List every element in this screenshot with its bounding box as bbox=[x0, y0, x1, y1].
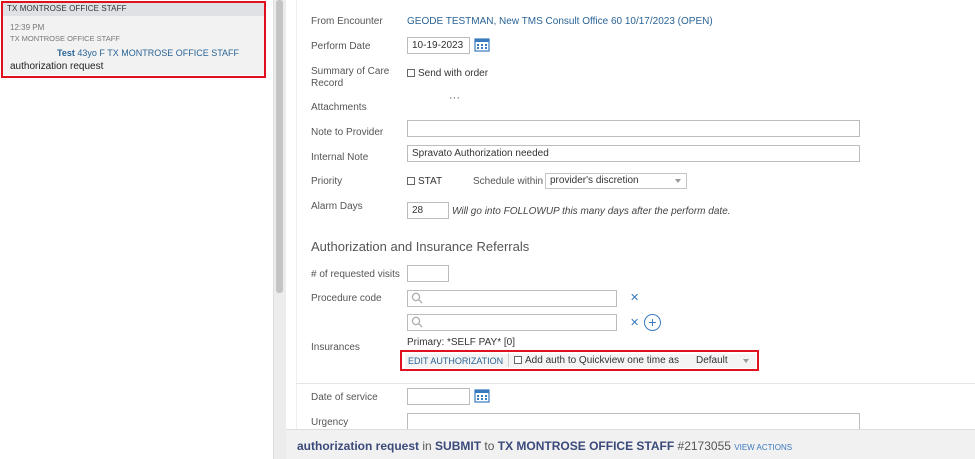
view-actions-link[interactable]: VIEW ACTIONS bbox=[734, 443, 792, 452]
clear-procedure-icon[interactable]: ✕ bbox=[630, 291, 639, 304]
requested-visits-label: # of requested visits bbox=[311, 269, 400, 280]
edit-authorization-link[interactable]: EDIT AUTHORIZATION bbox=[408, 355, 503, 367]
section-divider bbox=[296, 383, 975, 384]
from-encounter-link[interactable]: GEODE TESTMAN, New TMS Consult Office 60… bbox=[407, 16, 713, 28]
checkbox-icon[interactable] bbox=[514, 356, 522, 364]
app-root: TX MONTROSE OFFICE STAFF 12:39 PM TX MON… bbox=[0, 0, 975, 459]
checkbox-icon[interactable] bbox=[407, 177, 415, 185]
perform-date-label: Perform Date bbox=[311, 41, 371, 52]
footer-id: #2173055 bbox=[677, 439, 731, 453]
inbox-item-time: 12:39 PM bbox=[10, 23, 45, 32]
summary-label-line1: Summary of Care bbox=[311, 66, 390, 77]
add-auth-select[interactable]: Default bbox=[691, 353, 755, 369]
inbox-pane: TX MONTROSE OFFICE STAFF 12:39 PM TX MON… bbox=[0, 0, 273, 459]
footer-in: in bbox=[422, 439, 432, 453]
procedure-code-input[interactable] bbox=[407, 290, 617, 307]
urgency-input[interactable] bbox=[407, 413, 860, 430]
stat-checkbox[interactable]: STAT bbox=[407, 176, 442, 188]
add-auth-select-value: Default bbox=[696, 355, 728, 366]
insurances-label: Insurances bbox=[311, 342, 360, 353]
inbox-item[interactable]: 12:39 PM TX MONTROSE OFFICE STAFF Test 4… bbox=[2, 16, 264, 75]
calendar-icon[interactable] bbox=[474, 388, 490, 403]
inbox-item-patient[interactable]: Test 43yo F TX MONTROSE OFFICE STAFF bbox=[57, 48, 239, 58]
alarm-days-input[interactable]: 28 bbox=[407, 202, 449, 219]
add-auth-checkbox[interactable]: Add auth to Quickview one time as bbox=[514, 355, 679, 367]
procedure-code-input-2[interactable] bbox=[407, 314, 617, 331]
order-summary: authorization request in SUBMIT to TX MO… bbox=[297, 439, 792, 453]
chevron-down-icon bbox=[675, 179, 681, 183]
search-icon bbox=[411, 292, 423, 304]
add-procedure-icon[interactable]: + bbox=[644, 314, 661, 331]
date-of-service-input[interactable] bbox=[407, 388, 470, 405]
auth-section-title: Authorization and Insurance Referrals bbox=[311, 239, 530, 254]
note-to-provider-label: Note to Provider bbox=[311, 127, 384, 138]
primary-insurance: Primary: *SELF PAY* [0] bbox=[407, 337, 515, 348]
summary-of-care-label: Summary of Care Record bbox=[311, 66, 389, 90]
add-auth-label: Add auth to Quickview one time as bbox=[525, 355, 679, 366]
summary-label-line2: Record bbox=[311, 78, 344, 89]
procedure-code-label: Procedure code bbox=[311, 293, 382, 304]
schedule-within-select[interactable]: provider's discretion bbox=[545, 173, 687, 189]
calendar-icon[interactable] bbox=[474, 37, 490, 52]
alarm-days-hint: Will go into FOLLOWUP this many days aft… bbox=[452, 206, 731, 217]
attachments-label: Attachments bbox=[311, 102, 367, 113]
footer-subject: authorization request bbox=[297, 439, 420, 453]
priority-label: Priority bbox=[311, 176, 343, 187]
inbox-item-dept: TX MONTROSE OFFICE STAFF bbox=[10, 34, 120, 43]
search-icon bbox=[411, 316, 423, 328]
perform-date-input[interactable]: 10-19-2023 bbox=[407, 37, 470, 54]
requested-visits-input[interactable] bbox=[407, 265, 449, 282]
send-with-order-label: Send with order bbox=[418, 68, 489, 79]
inbox-group-header: TX MONTROSE OFFICE STAFF bbox=[2, 2, 264, 16]
divider bbox=[508, 353, 509, 367]
order-footer: authorization request in SUBMIT to TX MO… bbox=[286, 429, 975, 459]
patient-name: Test bbox=[57, 48, 75, 58]
urgency-label: Urgency bbox=[311, 417, 349, 428]
schedule-within-value: provider's discretion bbox=[550, 175, 639, 186]
note-to-provider-input[interactable] bbox=[407, 120, 860, 137]
attachments-more-icon[interactable]: ··· bbox=[449, 92, 460, 104]
scrollbar-thumb[interactable] bbox=[276, 0, 283, 293]
patient-info: 43yo F TX MONTROSE OFFICE STAFF bbox=[77, 48, 240, 58]
date-of-service-label: Date of service bbox=[311, 392, 378, 403]
checkbox-icon[interactable] bbox=[407, 69, 415, 77]
footer-status: SUBMIT bbox=[435, 439, 482, 453]
footer-recipient: TX MONTROSE OFFICE STAFF bbox=[497, 439, 675, 453]
footer-to: to bbox=[484, 439, 495, 453]
clear-procedure-2-icon[interactable]: ✕ bbox=[630, 316, 639, 329]
from-encounter-label: From Encounter bbox=[311, 16, 383, 27]
inbox-item-subject: authorization request bbox=[10, 61, 104, 72]
internal-note-input[interactable]: Spravato Authorization needed bbox=[407, 145, 860, 162]
send-with-order-checkbox[interactable]: Send with order bbox=[407, 68, 488, 80]
schedule-within-label: Schedule within bbox=[473, 176, 544, 187]
alarm-days-label: Alarm Days bbox=[311, 201, 363, 212]
chevron-down-icon bbox=[743, 359, 749, 363]
internal-note-label: Internal Note bbox=[311, 152, 369, 163]
stat-label: STAT bbox=[418, 176, 443, 187]
